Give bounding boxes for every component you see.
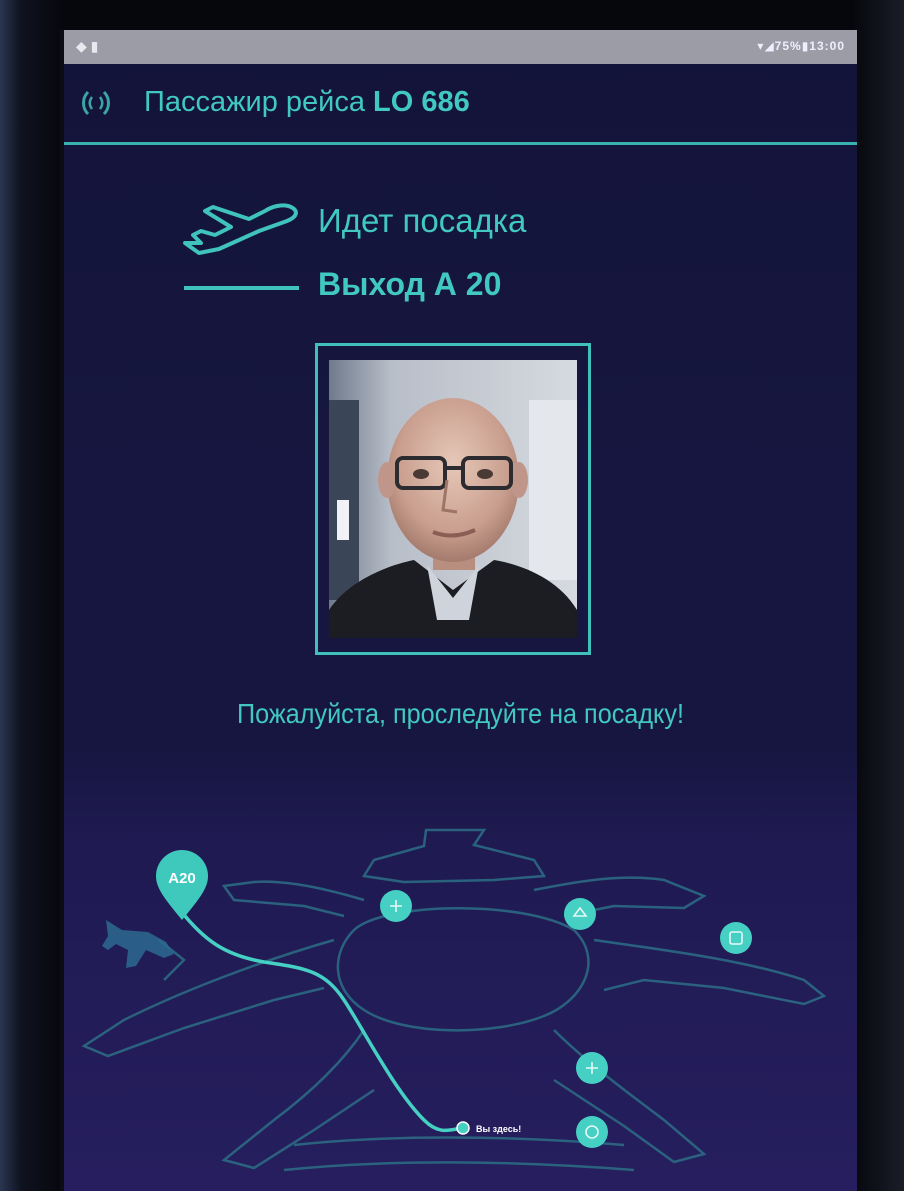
terminal-map-graphic: A20 Вы здесь! xyxy=(81,828,827,1172)
device-bezel-left xyxy=(0,0,60,1191)
device-bezel-top xyxy=(0,0,904,30)
nfc-icon xyxy=(82,90,110,116)
terminal-map[interactable]: A20 Вы здесь! xyxy=(64,790,857,1191)
device-bezel-right xyxy=(854,0,904,1191)
passenger-photo-frame xyxy=(315,343,591,655)
status-bar-indicators: ▾◢75%▮13:00 xyxy=(757,39,845,53)
status-bar-notifications: ◆ ▮ xyxy=(76,38,99,54)
gate-pin: A20 xyxy=(156,850,208,920)
gate-label: Выход А 20 xyxy=(318,266,502,302)
passenger-photo xyxy=(329,360,577,638)
title-prefix: Пассажир рейса xyxy=(144,86,365,118)
gate-pin-label: A20 xyxy=(168,870,196,887)
departure-plane-icon xyxy=(183,203,298,255)
kiosk-screen: ◆ ▮ ▾◢75%▮13:00 Пассажир рейса LO 686 Ид… xyxy=(64,30,857,1191)
boarding-message: Пожалуйста, проследуйте на посадку! xyxy=(237,698,684,729)
status-bar: ◆ ▮ ▾◢75%▮13:00 xyxy=(64,30,857,64)
runway-line xyxy=(184,286,299,290)
flight-number: LO 686 xyxy=(373,86,470,118)
aircraft-icon xyxy=(102,920,174,968)
you-are-here-label: Вы здесь! xyxy=(476,1124,521,1134)
page-title: Пассажир рейса LO 686 xyxy=(144,86,470,119)
boarding-status: Идет посадка xyxy=(318,202,527,239)
header: Пассажир рейса LO 686 xyxy=(64,64,857,145)
